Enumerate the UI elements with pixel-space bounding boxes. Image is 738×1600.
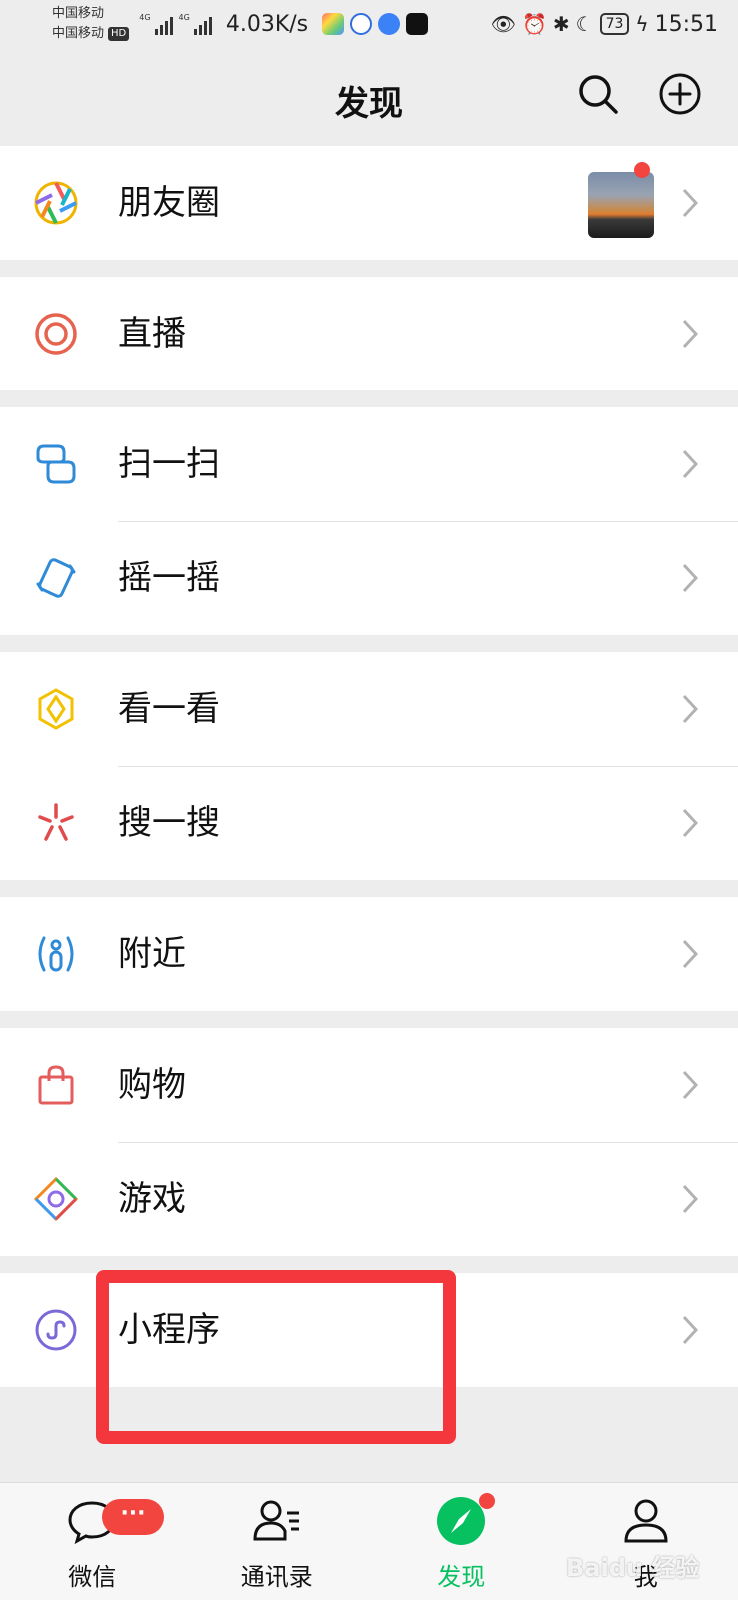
menu-item-label: 搜一搜	[118, 803, 220, 843]
live-circle-icon	[35, 313, 77, 355]
menu-item-label: 直播	[118, 314, 186, 354]
games-icon	[34, 1177, 78, 1221]
menu-item-live[interactable]: 直播	[0, 277, 738, 391]
chevron-right-icon	[682, 1070, 698, 1100]
chevron-right-icon	[682, 563, 698, 593]
new-moments-dot	[634, 162, 650, 178]
menu-item-search[interactable]: 搜一搜	[0, 766, 738, 880]
network-type-2: 4G	[178, 13, 190, 22]
hd-badge: HD	[108, 27, 130, 41]
menu-item-shake[interactable]: 摇一摇	[0, 521, 738, 635]
chevron-right-icon	[682, 694, 698, 724]
app-notification-icon	[322, 13, 345, 35]
status-bar: 中国移动 中国移动 HD 4G 4G 4.03K/s 👁 ⏰ ✱ ☾ 73 ϟ …	[0, 0, 738, 48]
nearby-icon	[38, 936, 74, 972]
moon-icon: ☾	[575, 12, 594, 36]
baidu-paw-icon	[350, 13, 373, 35]
shopping-bag-icon	[38, 1065, 74, 1105]
chevron-right-icon	[682, 1315, 698, 1345]
clock: 15:51	[654, 11, 718, 37]
shake-icon	[36, 558, 76, 598]
menu-item-mini-programs[interactable]: 小程序	[0, 1273, 738, 1387]
net-speed: 4.03K/s	[225, 11, 309, 37]
tab-contacts[interactable]: 通讯录	[185, 1483, 370, 1600]
eye-icon: 👁	[490, 12, 516, 36]
tab-label: 微信	[68, 1563, 117, 1591]
profile-icon	[624, 1499, 668, 1543]
chevron-right-icon	[682, 319, 698, 349]
menu-item-scan[interactable]: 扫一扫	[0, 407, 738, 521]
charging-icon: ϟ	[635, 12, 649, 36]
signal-strength-icon: 4G	[179, 13, 212, 35]
discover-new-dot	[479, 1493, 495, 1509]
scan-icon	[36, 444, 76, 484]
section-live: 直播	[0, 277, 738, 390]
moments-latest-thumbnail	[588, 172, 654, 238]
network-type-1: 4G	[139, 13, 151, 22]
menu-item-label: 游戏	[118, 1179, 186, 1219]
browser-icon	[378, 13, 401, 35]
chevron-right-icon	[682, 808, 698, 838]
menu-item-label: 附近	[118, 934, 186, 974]
menu-item-label: 朋友圈	[118, 183, 220, 223]
tab-label: 通讯录	[240, 1563, 313, 1591]
menu-item-moments[interactable]: 朋友圈	[0, 146, 738, 260]
add-button[interactable]	[658, 72, 702, 116]
section-stories-search: 看一看 搜一搜	[0, 652, 738, 880]
carrier-1-label: 中国移动	[52, 6, 105, 21]
notification-app-icons	[322, 13, 429, 35]
plus-circle-icon	[659, 73, 701, 115]
section-scan-shake: 扫一扫 摇一摇	[0, 407, 738, 635]
menu-item-top-stories[interactable]: 看一看	[0, 652, 738, 766]
section-mini-programs: 小程序	[0, 1273, 738, 1387]
top-stories-icon	[38, 688, 74, 730]
section-shopping-games: 购物 游戏	[0, 1028, 738, 1256]
battery-icon: 73	[599, 13, 630, 35]
menu-item-shopping[interactable]: 购物	[0, 1028, 738, 1142]
menu-item-label: 购物	[118, 1065, 186, 1105]
mini-program-icon	[35, 1309, 77, 1351]
bluetooth-icon: ✱	[552, 12, 570, 36]
navigation-header: 发现	[0, 48, 738, 145]
section-moments: 朋友圈	[0, 146, 738, 260]
chevron-right-icon	[682, 1184, 698, 1214]
moments-aperture-icon	[34, 181, 78, 225]
section-nearby: 附近	[0, 897, 738, 1011]
menu-item-games[interactable]: 游戏	[0, 1142, 738, 1256]
search-spark-icon	[38, 803, 74, 841]
baidu-watermark: Baidu 经验	[566, 1554, 700, 1582]
tiktok-icon	[406, 13, 429, 35]
menu-item-label: 小程序	[118, 1310, 220, 1350]
chevron-right-icon	[682, 939, 698, 969]
search-icon	[579, 75, 618, 114]
contacts-icon	[253, 1500, 299, 1541]
menu-item-nearby[interactable]: 附近	[0, 897, 738, 1011]
signal-strength-icon: 4G	[139, 13, 173, 35]
carrier-2-label: 中国移动	[52, 26, 105, 41]
menu-item-label: 扫一扫	[118, 444, 220, 484]
tab-discover[interactable]: 发现	[369, 1483, 554, 1600]
signal-indicators: 4G 4G	[139, 13, 212, 35]
tab-chats[interactable]: ··· 微信	[0, 1483, 185, 1600]
menu-item-label: 摇一摇	[118, 558, 220, 598]
menu-item-label: 看一看	[118, 689, 220, 729]
chevron-right-icon	[682, 449, 698, 479]
search-button[interactable]	[576, 72, 620, 116]
unread-badge: ···	[102, 1499, 164, 1535]
chevron-right-icon	[682, 188, 698, 218]
carrier-info: 中国移动 中国移动 HD	[52, 4, 130, 44]
page-title: 发现	[335, 84, 403, 124]
tab-label: 发现	[437, 1563, 486, 1591]
system-indicators: 👁 ⏰ ✱ ☾ 73 ϟ 15:51	[491, 12, 718, 37]
alarm-icon: ⏰	[521, 12, 547, 36]
